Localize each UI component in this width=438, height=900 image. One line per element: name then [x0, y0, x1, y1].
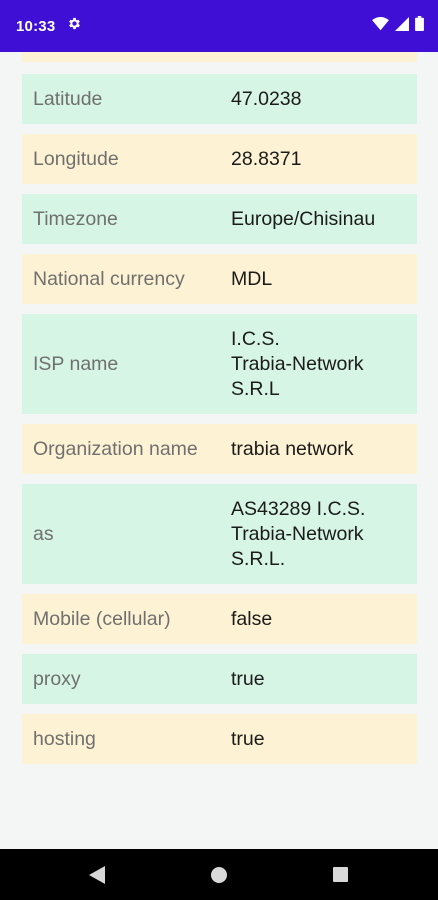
- row-label: ISP name: [33, 352, 119, 375]
- info-row-isp-name: ISP name I.C.S. Trabia-Network S.R.L: [22, 314, 417, 414]
- row-value: 47.0238: [231, 87, 302, 110]
- wifi-icon: [372, 16, 389, 36]
- info-row-partial: [22, 52, 417, 62]
- cellular-signal-icon: [395, 16, 409, 36]
- row-value: false: [231, 607, 273, 630]
- row-label: Longitude: [33, 147, 119, 170]
- info-row-national-currency: National currency MDL: [22, 254, 417, 304]
- row-label: Mobile (cellular): [33, 607, 171, 630]
- row-value: Europe/Chisinau: [231, 207, 376, 230]
- info-row-organization-name: Organization name trabia network: [22, 424, 417, 474]
- status-bar: 10:33: [0, 0, 438, 52]
- row-value: true: [231, 667, 265, 690]
- back-icon[interactable]: [67, 849, 127, 900]
- row-value: 28.8371: [231, 147, 302, 170]
- info-row-latitude: Latitude 47.0238: [22, 74, 417, 124]
- row-label: proxy: [33, 667, 81, 690]
- info-row-timezone: Timezone Europe/Chisinau: [22, 194, 417, 244]
- row-label: hosting: [33, 727, 96, 750]
- row-label: Latitude: [33, 87, 103, 110]
- home-icon[interactable]: [189, 849, 249, 900]
- row-label: National currency: [33, 267, 185, 290]
- row-label: as: [33, 522, 54, 545]
- row-label: Timezone: [33, 207, 118, 230]
- info-row-longitude: Longitude 28.8371: [22, 134, 417, 184]
- navigation-bar: [0, 849, 438, 900]
- row-value: MDL: [231, 267, 273, 290]
- info-row-proxy: proxy true: [22, 654, 417, 704]
- recents-icon[interactable]: [310, 849, 370, 900]
- status-time: 10:33: [16, 17, 56, 35]
- row-label: Organization name: [33, 437, 198, 460]
- row-value: trabia network: [231, 437, 354, 460]
- row-value: AS43289 I.C.S. Trabia-Network S.R.L.: [231, 497, 366, 570]
- info-row-hosting: hosting true: [22, 714, 417, 764]
- battery-icon: [415, 16, 424, 36]
- gear-icon: [67, 16, 82, 36]
- row-value: I.C.S. Trabia-Network S.R.L: [231, 327, 364, 400]
- info-row-as: as AS43289 I.C.S. Trabia-Network S.R.L.: [22, 484, 417, 584]
- info-list[interactable]: Latitude 47.0238 Longitude 28.8371 Timez…: [0, 52, 438, 849]
- row-value: true: [231, 727, 265, 750]
- info-row-mobile: Mobile (cellular) false: [22, 594, 417, 644]
